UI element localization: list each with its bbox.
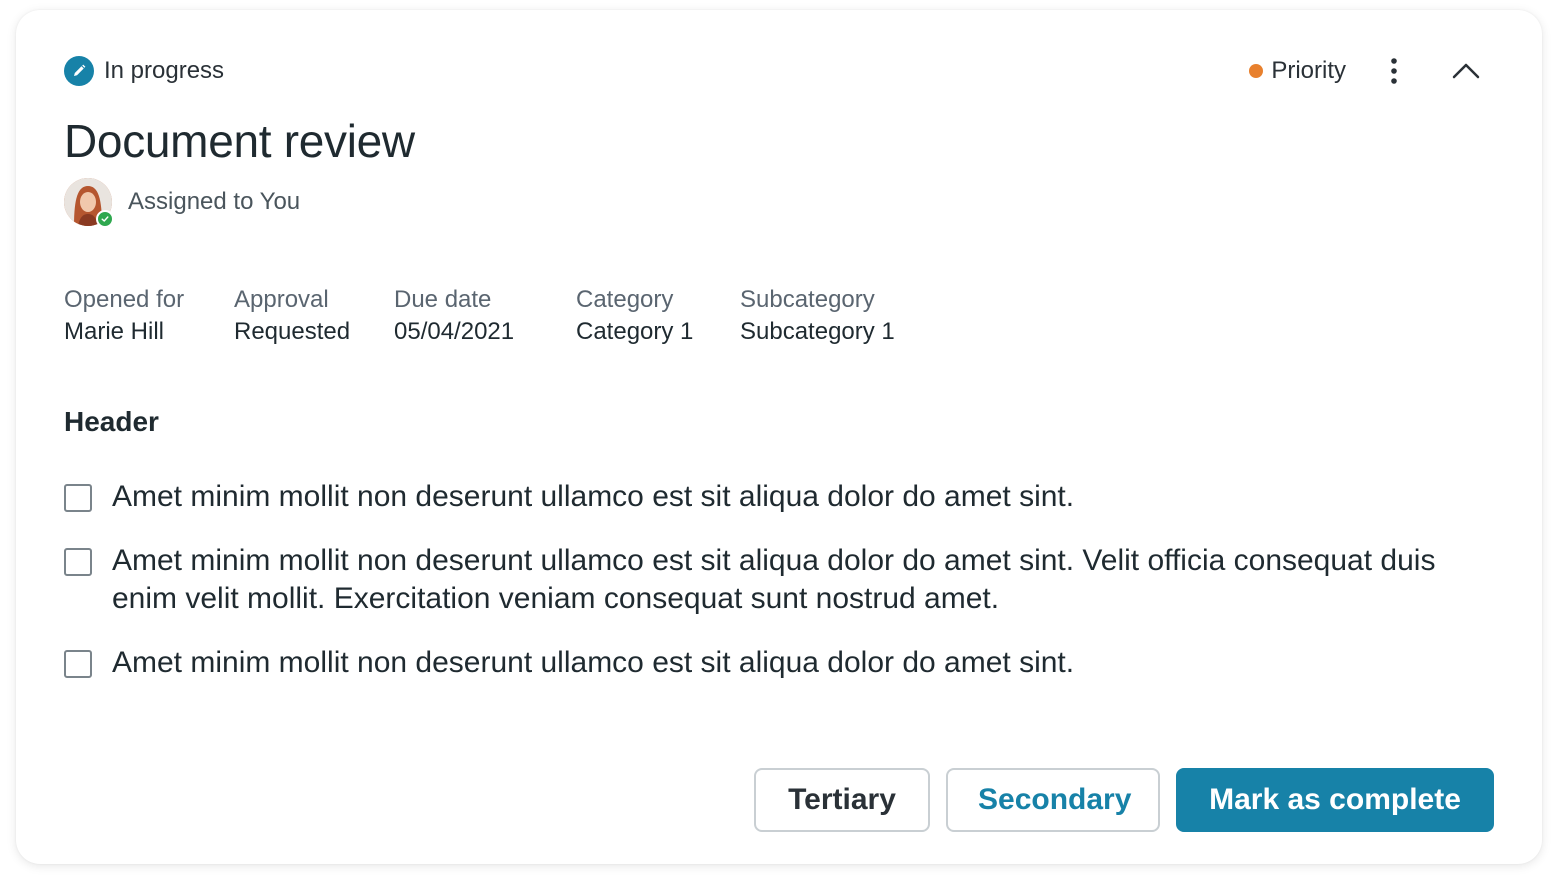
section-header: Header <box>64 406 159 437</box>
checklist-checkbox[interactable] <box>64 548 92 576</box>
task-details: Opened for Marie Hill Approval Requested… <box>64 284 940 348</box>
field-value: 05/04/2021 <box>394 318 515 345</box>
field-opened-for: Opened for Marie Hill <box>64 284 234 348</box>
checklist-item: Amet minim mollit non deserunt ullamco e… <box>64 478 1484 516</box>
assignee: Assigned to You <box>64 178 301 228</box>
priority-dot <box>1249 64 1264 78</box>
field-approval: Approval Requested <box>234 284 394 348</box>
action-buttons: Tertiary Secondary Mark as complete <box>738 768 1494 832</box>
checklist-item-text: Amet minim mollit non deserunt ullamco e… <box>112 646 1075 679</box>
chevron-up-icon[interactable] <box>1450 56 1482 86</box>
pencil-icon <box>64 56 94 86</box>
field-value: Category 1 <box>576 318 694 345</box>
field-label: Opened for <box>64 286 185 313</box>
mark-as-complete-button[interactable]: Mark as complete <box>1176 768 1494 832</box>
checklist-item-text: Amet minim mollit non deserunt ullamco e… <box>112 480 1075 513</box>
tertiary-button[interactable]: Tertiary <box>754 768 930 832</box>
checklist-checkbox[interactable] <box>64 484 92 512</box>
checklist: Amet minim mollit non deserunt ullamco e… <box>64 478 1484 708</box>
presence-check-icon <box>96 210 114 228</box>
secondary-button[interactable]: Secondary <box>946 768 1160 832</box>
status-indicator: In progress <box>64 56 224 86</box>
field-value: Marie Hill <box>64 318 165 345</box>
priority-label: Priority <box>1271 57 1346 84</box>
task-card: In progress Priority Document review Ass… <box>16 10 1542 864</box>
field-value: Requested <box>234 318 351 345</box>
assignee-label: Assigned to You <box>128 188 301 215</box>
field-due-date: Due date 05/04/2021 <box>394 284 576 348</box>
field-subcategory: Subcategory Subcategory 1 <box>740 284 940 348</box>
checklist-item-text: Amet minim mollit non deserunt ullamco e… <box>112 544 1436 615</box>
field-label: Due date <box>394 286 492 313</box>
vertical-ellipsis-icon[interactable] <box>1382 56 1406 86</box>
checklist-checkbox[interactable] <box>64 650 92 678</box>
status-label: In progress <box>104 57 225 84</box>
field-category: Category Category 1 <box>576 284 740 348</box>
field-label: Category <box>576 286 674 313</box>
card-header-actions: Priority <box>1249 56 1482 86</box>
checklist-item: Amet minim mollit non deserunt ullamco e… <box>64 644 1484 682</box>
field-label: Subcategory <box>740 286 875 313</box>
field-label: Approval <box>234 286 329 313</box>
avatar <box>64 178 114 228</box>
page-title: Document review <box>64 115 415 167</box>
field-value: Subcategory 1 <box>740 318 895 345</box>
checklist-item: Amet minim mollit non deserunt ullamco e… <box>64 542 1484 618</box>
